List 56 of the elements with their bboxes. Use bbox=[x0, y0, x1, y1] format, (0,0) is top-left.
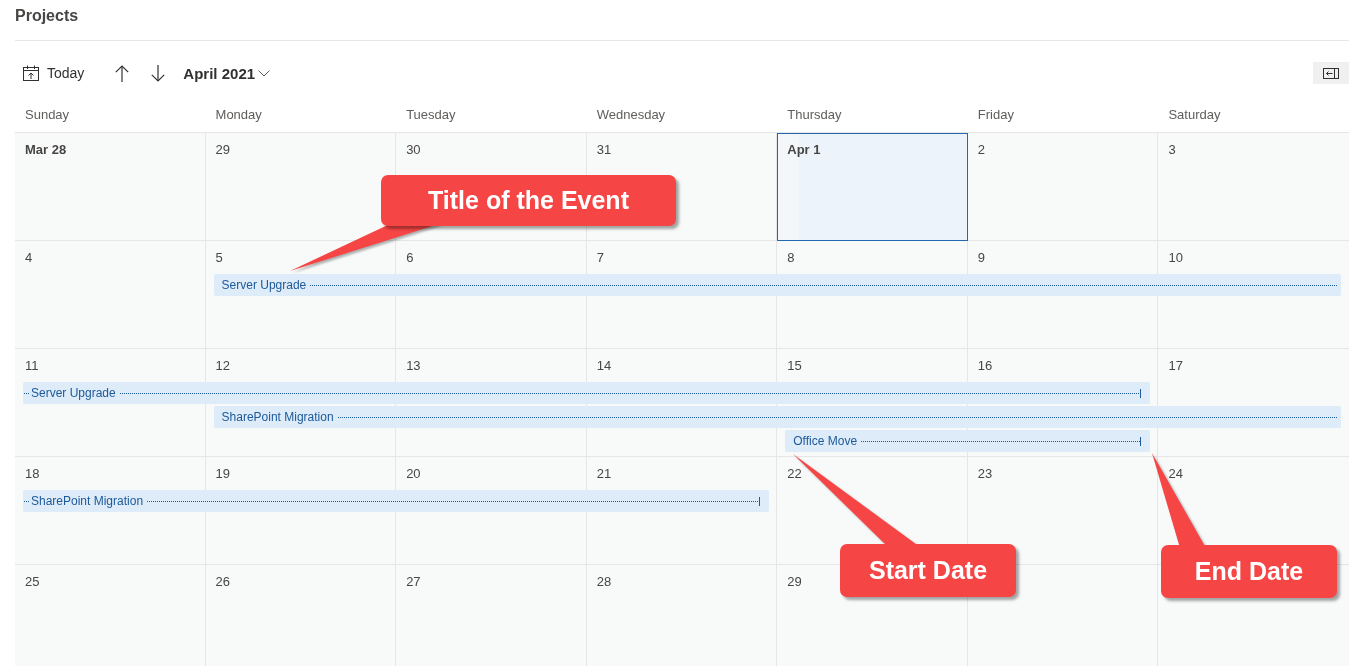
month-picker[interactable]: April 2021 bbox=[183, 61, 271, 85]
day-number[interactable]: 16 bbox=[977, 356, 993, 376]
weekday-label: Wednesday bbox=[596, 106, 666, 124]
day-number[interactable]: Apr 1 bbox=[787, 140, 821, 160]
day-number[interactable]: 5 bbox=[215, 248, 223, 268]
event-bar[interactable]: Server Upgrade bbox=[23, 382, 1151, 404]
day-number[interactable]: 17 bbox=[1168, 356, 1183, 376]
event-bar[interactable]: Server Upgrade bbox=[213, 274, 1341, 296]
day-number[interactable]: 6 bbox=[406, 248, 414, 268]
day-number[interactable]: 8 bbox=[787, 248, 795, 268]
day-number[interactable]: 23 bbox=[977, 464, 993, 484]
day-number[interactable]: 2 bbox=[977, 140, 986, 160]
day-number[interactable]: 13 bbox=[406, 356, 421, 376]
event-bar[interactable]: SharePoint Migration bbox=[23, 490, 770, 512]
callout-label: Start Date bbox=[840, 544, 1016, 597]
day-number[interactable]: 26 bbox=[215, 572, 231, 592]
day-number[interactable]: 18 bbox=[25, 464, 40, 484]
day-number[interactable]: 31 bbox=[596, 140, 612, 160]
arrow-up-icon bbox=[115, 64, 130, 82]
weekday-label: Monday bbox=[215, 106, 262, 124]
day-number[interactable]: Mar 28 bbox=[25, 140, 67, 160]
day-number[interactable]: 12 bbox=[215, 356, 231, 376]
day-number[interactable]: 28 bbox=[596, 572, 612, 592]
day-number[interactable]: 15 bbox=[787, 356, 802, 376]
weekday-label: Sunday bbox=[25, 106, 70, 124]
day-number[interactable]: 29 bbox=[215, 140, 231, 160]
day-number[interactable]: 20 bbox=[406, 464, 421, 484]
event-bar[interactable]: SharePoint Migration bbox=[213, 406, 1341, 428]
day-number[interactable]: 10 bbox=[1168, 248, 1183, 268]
day-number[interactable]: 11 bbox=[25, 356, 39, 376]
day-number[interactable]: 29 bbox=[787, 572, 802, 592]
weekday-label: Saturday bbox=[1168, 106, 1221, 124]
chevron-down-icon bbox=[258, 69, 271, 77]
page-title: Projects bbox=[15, 6, 79, 26]
day-number[interactable]: 21 bbox=[596, 464, 612, 484]
day-number[interactable]: 25 bbox=[25, 572, 40, 592]
weekday-label: Friday bbox=[977, 106, 1014, 124]
calendar-icon bbox=[23, 65, 39, 81]
day-number[interactable]: 24 bbox=[1168, 464, 1183, 484]
selected-day-cell[interactable]: Apr 1 bbox=[777, 133, 968, 241]
today-button[interactable]: Today bbox=[23, 61, 85, 85]
day-number[interactable]: 19 bbox=[215, 464, 231, 484]
weekday-label: Thursday bbox=[787, 106, 842, 124]
weekday-label: Tuesday bbox=[406, 106, 456, 124]
day-number[interactable]: 30 bbox=[406, 140, 421, 160]
day-number[interactable]: 14 bbox=[596, 356, 612, 376]
day-number[interactable]: 9 bbox=[977, 248, 986, 268]
day-number[interactable]: 7 bbox=[596, 248, 604, 268]
panel-toggle-button[interactable] bbox=[1313, 62, 1349, 84]
day-number[interactable]: 22 bbox=[787, 464, 802, 484]
callout-label: End Date bbox=[1161, 545, 1337, 598]
event-bar[interactable]: Office Move bbox=[785, 430, 1151, 452]
day-number[interactable]: 3 bbox=[1168, 140, 1176, 160]
day-number[interactable]: 4 bbox=[25, 248, 33, 268]
day-number[interactable]: 27 bbox=[406, 572, 421, 592]
arrow-down-icon bbox=[151, 64, 166, 82]
